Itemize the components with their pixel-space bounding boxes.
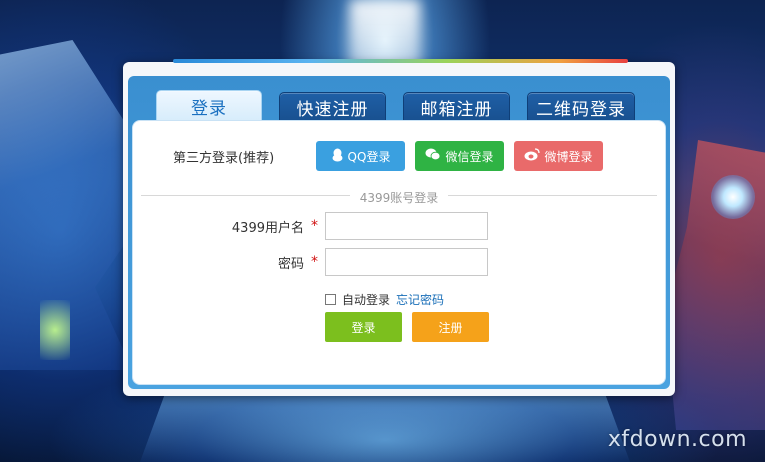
- auto-login-label: 自动登录: [342, 293, 391, 307]
- qq-login-label: QQ登录: [347, 149, 391, 164]
- account-section-title: 4399账号登录: [133, 187, 665, 206]
- tab-email-register[interactable]: 邮箱注册: [403, 92, 510, 122]
- login-panel: 第三方登录(推荐) QQ登录 微信登录 微博登录 4399账号登录 4399用户…: [132, 120, 666, 385]
- background-robot-left-glow: [40, 300, 70, 360]
- login-button[interactable]: 登录: [325, 312, 402, 342]
- username-input[interactable]: [325, 212, 488, 240]
- wechat-login-button[interactable]: 微信登录: [415, 141, 504, 171]
- register-button[interactable]: 注册: [412, 312, 489, 342]
- username-label: 4399用户名: [231, 220, 304, 236]
- auto-login-checkbox[interactable]: [325, 294, 336, 305]
- weibo-login-label: 微博登录: [544, 149, 593, 164]
- qq-login-button[interactable]: QQ登录: [316, 141, 405, 171]
- dialog-top-accent: [173, 59, 628, 63]
- weibo-icon: [524, 148, 541, 164]
- site-watermark: xfdown.com: [607, 427, 747, 452]
- account-section-label: 4399账号登录: [349, 191, 449, 205]
- username-row: 4399用户名 *: [133, 212, 488, 240]
- tab-bar: 登录 快速注册 邮箱注册 二维码登录: [156, 90, 652, 122]
- background-robot-right-eye: [711, 175, 755, 219]
- auto-login-row: 自动登录 忘记密码: [325, 291, 444, 308]
- tab-qrcode-login[interactable]: 二维码登录: [527, 92, 635, 122]
- third-party-login-row: 第三方登录(推荐) QQ登录 微信登录 微博登录: [173, 141, 613, 171]
- wechat-icon: [425, 148, 441, 164]
- action-buttons: 登录 注册: [325, 312, 489, 342]
- tab-quick-register[interactable]: 快速注册: [279, 92, 386, 122]
- required-mark: *: [311, 254, 318, 270]
- third-party-label: 第三方登录(推荐): [173, 150, 275, 166]
- wechat-login-label: 微信登录: [445, 149, 494, 164]
- password-label: 密码: [277, 256, 304, 272]
- background-floor: [140, 395, 630, 462]
- required-mark: *: [311, 218, 318, 234]
- dialog-frame: 登录 快速注册 邮箱注册 二维码登录 第三方登录(推荐) QQ登录 微信登录 微…: [128, 76, 670, 389]
- login-dialog: 登录 快速注册 邮箱注册 二维码登录 第三方登录(推荐) QQ登录 微信登录 微…: [123, 59, 675, 396]
- forgot-password-link[interactable]: 忘记密码: [396, 291, 444, 308]
- qq-penguin-icon: [331, 148, 344, 165]
- password-input[interactable]: [325, 248, 488, 276]
- weibo-login-button[interactable]: 微博登录: [514, 141, 603, 171]
- password-row: 密码 *: [133, 248, 488, 276]
- tab-login[interactable]: 登录: [156, 90, 262, 122]
